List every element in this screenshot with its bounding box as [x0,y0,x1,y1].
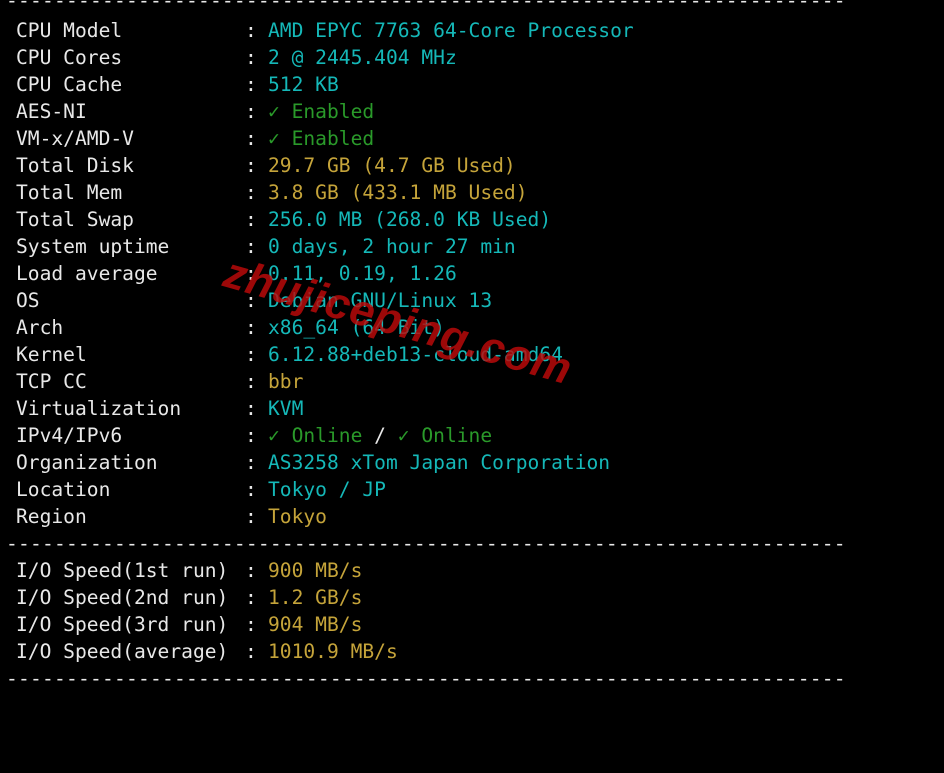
colon: : [245,478,257,501]
colon: : [245,640,257,663]
row-label: IPv4/IPv6 [16,424,123,447]
separator-line: ----------------------------------------… [6,532,846,555]
row-arch: Arch : x86_64 (64 Bit) [16,314,445,341]
row-io-2nd: I/O Speed(2nd run) : 1.2 GB/s [16,584,362,611]
colon: : [245,181,257,204]
row-system-uptime: System uptime : 0 days, 2 hour 27 min [16,233,516,260]
row-cpu-cache: CPU Cache : 512 KB [16,71,339,98]
row-value: 512 KB [268,73,339,96]
row-value: 3.8 GB (433.1 MB Used) [268,181,528,204]
row-value: Tokyo [268,505,327,528]
row-value: bbr [268,370,304,393]
colon: : [245,343,257,366]
row-label: Virtualization [16,397,182,420]
row-os: OS : Debian GNU/Linux 13 [16,287,492,314]
row-io-1st: I/O Speed(1st run) : 900 MB/s [16,557,362,584]
row-value: 0 days, 2 hour 27 min [268,235,516,258]
row-value: KVM [268,397,304,420]
row-label: System uptime [16,235,170,258]
separator-line: ----------------------------------------… [6,0,846,12]
row-label: OS [16,289,40,312]
row-label: Total Swap [16,208,134,231]
row-label: I/O Speed(2nd run) [16,586,229,609]
row-label: CPU Model [16,19,123,42]
row-label: Total Mem [16,181,123,204]
row-io-3rd: I/O Speed(3rd run) : 904 MB/s [16,611,362,638]
row-label: I/O Speed(average) [16,640,229,663]
colon: : [245,208,257,231]
row-value: ✓ Enabled [268,100,375,123]
row-total-mem: Total Mem : 3.8 GB (433.1 MB Used) [16,179,528,206]
colon: : [245,586,257,609]
row-label: VM-x/AMD-V [16,127,134,150]
row-value: 29.7 GB (4.7 GB Used) [268,154,516,177]
row-label: Total Disk [16,154,134,177]
row-region: Region : Tokyo [16,503,327,530]
row-tcp-cc: TCP CC : bbr [16,368,303,395]
row-label: Organization [16,451,158,474]
colon: : [245,559,257,582]
ipv6-status: ✓ Online [397,424,493,447]
row-value: 904 MB/s [268,613,363,636]
row-load-average: Load average : 0.11, 0.19, 1.26 [16,260,457,287]
colon: : [245,397,257,420]
row-label: AES-NI [16,100,87,123]
row-label: Kernel [16,343,87,366]
colon: : [245,451,257,474]
colon: : [245,424,257,447]
row-organization: Organization : AS3258 xTom Japan Corpora… [16,449,610,476]
row-vmx-amdv: VM-x/AMD-V : ✓ Enabled [16,125,374,152]
row-value: ✓ Enabled [268,127,375,150]
row-label: I/O Speed(3rd run) [16,613,229,636]
ipv4-status: ✓ Online [268,424,363,447]
row-value: 2 @ 2445.404 MHz [268,46,457,69]
row-total-swap: Total Swap : 256.0 MB (268.0 KB Used) [16,206,551,233]
row-cpu-model: CPU Model : AMD EPYC 7763 64-Core Proces… [16,17,634,44]
row-label: Load average [16,262,158,285]
colon: : [245,370,257,393]
row-value: 900 MB/s [268,559,363,582]
row-virtualization: Virtualization : KVM [16,395,303,422]
row-label: CPU Cache [16,73,123,96]
row-label: Region [16,505,87,528]
terminal-output: ----------------------------------------… [0,0,944,690]
row-io-average: I/O Speed(average) : 1010.9 MB/s [16,638,398,665]
row-value: AS3258 xTom Japan Corporation [268,451,611,474]
row-location: Location : Tokyo / JP [16,476,386,503]
row-cpu-cores: CPU Cores : 2 @ 2445.404 MHz [16,44,457,71]
row-label: CPU Cores [16,46,123,69]
row-value: 256.0 MB (268.0 KB Used) [268,208,552,231]
colon: : [245,613,257,636]
row-value: ✓ Online / ✓ Online [268,422,492,449]
row-aes-ni: AES-NI : ✓ Enabled [16,98,374,125]
row-label: Location [16,478,111,501]
row-value: 1010.9 MB/s [268,640,398,663]
colon: : [245,505,257,528]
colon: : [245,73,257,96]
colon: : [245,19,257,42]
colon: : [245,46,257,69]
row-value: 1.2 GB/s [268,586,363,609]
row-total-disk: Total Disk : 29.7 GB (4.7 GB Used) [16,152,516,179]
colon: : [245,127,257,150]
row-value: Tokyo / JP [268,478,386,501]
colon: : [245,316,257,339]
row-label: I/O Speed(1st run) [16,559,229,582]
colon: : [245,154,257,177]
colon: : [245,100,257,123]
row-kernel: Kernel : 6.12.88+deb13-cloud-amd64 [16,341,563,368]
row-label: TCP CC [16,370,87,393]
row-label: Arch [16,316,64,339]
row-value: AMD EPYC 7763 64-Core Processor [268,19,634,42]
row-ipv4-ipv6: IPv4/IPv6 : ✓ Online / ✓ Online [16,422,492,449]
ipv-slash: / [362,424,398,447]
separator-line: ----------------------------------------… [6,667,846,690]
